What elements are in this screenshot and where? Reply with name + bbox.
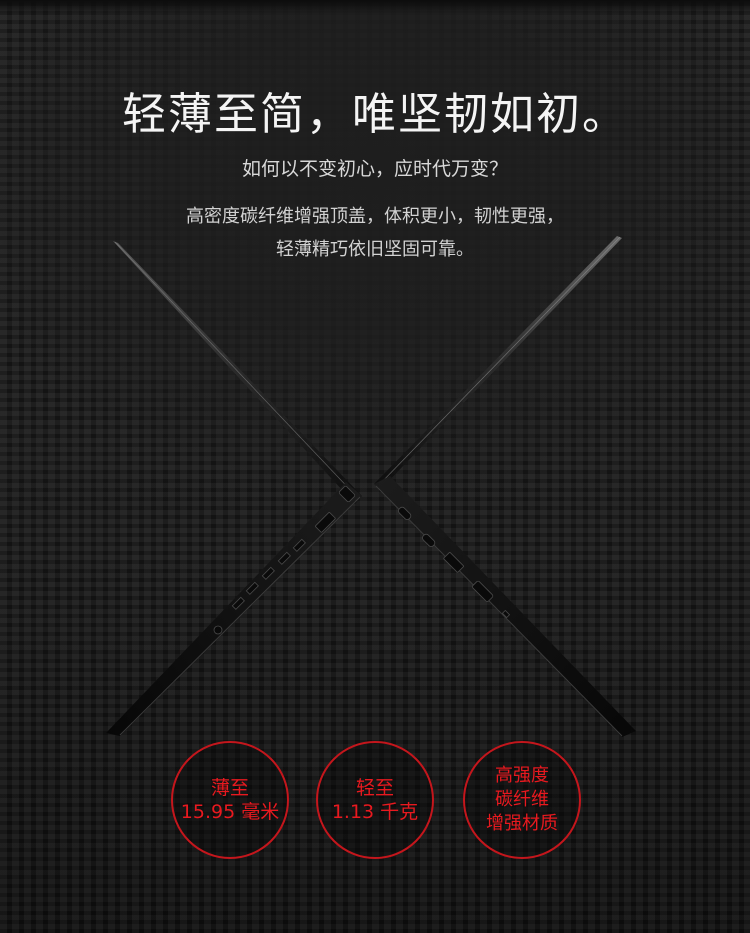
thickness-badge: 薄至 15.95 毫米 [171, 741, 289, 859]
thickness-badge-label: 薄至 [210, 777, 249, 799]
right-laptop [374, 236, 636, 737]
right-laptop-base [374, 476, 636, 737]
left-laptop [106, 241, 362, 736]
product-banner: 轻薄至简，唯坚韧如初。 如何以不变初心，应时代万变？ 高密度碳纤维增强顶盖，体积… [0, 0, 750, 933]
left-laptop-lid [113, 241, 362, 504]
weight-badge-value: 1.13 千克 [331, 801, 419, 823]
material-badge-line-2: 碳纤维 [495, 789, 549, 810]
material-badge-line-3: 增强材质 [486, 813, 558, 834]
material-badge: 高强度 碳纤维 增强材质 [463, 741, 581, 859]
weight-badge-label: 轻至 [355, 777, 394, 799]
material-badge-line-1: 高强度 [495, 765, 549, 786]
weight-badge: 轻至 1.13 千克 [316, 741, 434, 859]
thickness-badge-value: 15.95 毫米 [180, 801, 280, 823]
